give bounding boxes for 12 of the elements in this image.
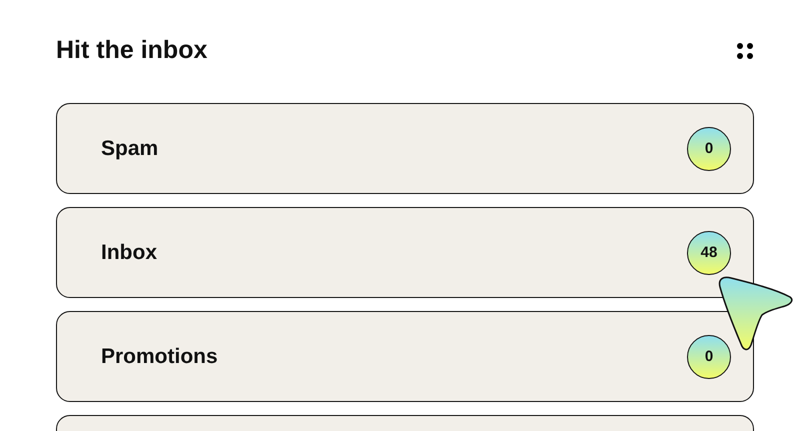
count-badge: 48: [687, 230, 731, 274]
folder-item[interactable]: Spam 0: [56, 103, 754, 194]
folder-label: Promotions: [101, 344, 218, 368]
pointer-cursor-icon: [717, 275, 793, 351]
folder-label: Inbox: [101, 240, 157, 264]
folder-item[interactable]: Promotions 0: [56, 311, 754, 402]
count-badge: 0: [687, 334, 731, 378]
grid-dots-icon[interactable]: [736, 42, 754, 60]
folder-item[interactable]: Inbox 48: [56, 207, 754, 298]
section-title: Hit the inbox: [56, 36, 208, 65]
count-badge: 0: [687, 126, 731, 170]
folder-label: Spam: [101, 136, 158, 160]
